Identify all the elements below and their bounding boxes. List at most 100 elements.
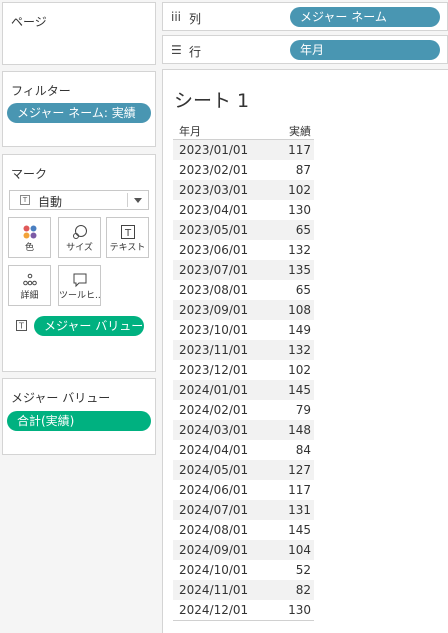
color-button[interactable]: 色 xyxy=(8,217,51,258)
cell-actual: 148 xyxy=(288,423,311,437)
cell-year-month: 2023/02/01 xyxy=(179,163,249,177)
marks-title: マーク xyxy=(11,167,48,181)
table-row[interactable]: 2023/03/01 102 xyxy=(173,180,314,200)
cell-year-month: 2024/12/01 xyxy=(179,603,249,617)
measure-values-card: メジャー バリュー 合計(実績) xyxy=(2,378,156,455)
sheet-title: シート 1 xyxy=(174,90,250,112)
columns-pill-measure-names[interactable]: メジャー ネーム xyxy=(290,7,440,27)
filters-title: フィルター xyxy=(11,84,71,98)
cell-actual: 127 xyxy=(288,463,311,477)
tooltip-button[interactable]: ツールヒ... xyxy=(58,265,101,306)
header-actual: 実績 xyxy=(289,125,311,138)
cell-actual: 79 xyxy=(295,403,311,417)
table-row[interactable]: 2023/04/01 130 xyxy=(173,200,314,220)
columns-icon: iii xyxy=(171,10,182,24)
cell-year-month: 2024/11/01 xyxy=(179,583,249,597)
filters-card[interactable]: フィルター メジャー ネーム: 実績 xyxy=(2,71,156,147)
table-row[interactable]: 2024/08/01 145 xyxy=(173,520,314,540)
cell-year-month: 2023/08/01 xyxy=(179,283,249,297)
filter-pill-measure-names[interactable]: メジャー ネーム: 実績 xyxy=(7,103,151,123)
table-row[interactable]: 2023/09/01 108 xyxy=(173,300,314,320)
cell-actual: 132 xyxy=(288,343,311,357)
table-row[interactable]: 2023/06/01 132 xyxy=(173,240,314,260)
cell-year-month: 2023/11/01 xyxy=(179,343,249,357)
table-row[interactable]: 2024/12/01 130 xyxy=(173,600,314,620)
table-row[interactable]: 2023/07/01 135 xyxy=(173,260,314,280)
cell-actual: 102 xyxy=(288,363,311,377)
table-body: 2023/01/01 117 2023/02/01 87 2023/03/01 102 20… xyxy=(173,140,314,620)
cell-actual: 132 xyxy=(288,243,311,257)
cell-actual: 104 xyxy=(288,543,311,557)
color-icon xyxy=(9,224,50,240)
cell-year-month: 2023/06/01 xyxy=(179,243,249,257)
rows-pill-year-month[interactable]: 年月 xyxy=(290,40,440,60)
cell-actual: 65 xyxy=(295,283,311,297)
table-row[interactable]: 2023/02/01 87 xyxy=(173,160,314,180)
text-encoding-pill[interactable]: メジャー バリュー xyxy=(34,316,144,336)
cell-year-month: 2024/02/01 xyxy=(179,403,249,417)
table-row[interactable]: 2024/10/01 52 xyxy=(173,560,314,580)
cell-year-month: 2023/07/01 xyxy=(179,263,249,277)
mark-type-label: 自動 xyxy=(38,195,63,209)
table-row[interactable]: 2024/06/01 117 xyxy=(173,480,314,500)
table-row[interactable]: 2023/05/01 65 xyxy=(173,220,314,240)
cell-actual: 117 xyxy=(288,483,311,497)
cell-actual: 149 xyxy=(288,323,311,337)
table-row[interactable]: 2023/12/01 102 xyxy=(173,360,314,380)
color-label: 色 xyxy=(24,243,34,253)
table-row[interactable]: 2023/01/01 117 xyxy=(173,140,314,160)
header-year-month: 年月 xyxy=(179,125,201,138)
table-header: 年月 実績 xyxy=(173,122,314,140)
rows-label: 行 xyxy=(189,45,202,59)
mark-type-dropdown[interactable]: T 自動 xyxy=(9,190,149,210)
size-label: サイズ xyxy=(66,243,93,253)
rows-shelf[interactable]: ☰ 行 年月 xyxy=(162,35,448,64)
svg-text:T: T xyxy=(123,228,131,239)
size-icon xyxy=(59,224,100,240)
pages-title: ページ xyxy=(11,15,47,29)
cell-actual: 130 xyxy=(288,203,311,217)
cell-actual: 130 xyxy=(288,603,311,617)
sheet-canvas[interactable]: シート 1 年月 実績 2023/01/01 117 2023/02/01 87 202… xyxy=(162,69,448,633)
table-row[interactable]: 2024/02/01 79 xyxy=(173,400,314,420)
crosstab-table: 年月 実績 2023/01/01 117 2023/02/01 87 2023/03/0… xyxy=(173,122,314,621)
pages-card[interactable]: ページ xyxy=(2,2,156,65)
table-row[interactable]: 2024/07/01 131 xyxy=(173,500,314,520)
cell-year-month: 2024/06/01 xyxy=(179,483,249,497)
cell-year-month: 2024/03/01 xyxy=(179,423,249,437)
cell-actual: 82 xyxy=(295,583,311,597)
table-row[interactable]: 2024/05/01 127 xyxy=(173,460,314,480)
cell-actual: 87 xyxy=(295,163,311,177)
cell-year-month: 2023/10/01 xyxy=(179,323,249,337)
table-row[interactable]: 2023/10/01 149 xyxy=(173,320,314,340)
columns-label: 列 xyxy=(189,12,202,26)
table-row[interactable]: 2024/09/01 104 xyxy=(173,540,314,560)
detail-icon xyxy=(9,272,50,288)
cell-year-month: 2023/04/01 xyxy=(179,203,249,217)
cell-year-month: 2024/05/01 xyxy=(179,463,249,477)
cell-actual: 117 xyxy=(288,143,311,157)
detail-button[interactable]: 詳細 xyxy=(8,265,51,306)
cell-year-month: 2024/08/01 xyxy=(179,523,249,537)
cell-year-month: 2023/01/01 xyxy=(179,143,249,157)
sum-actual-pill[interactable]: 合計(実績) xyxy=(7,411,151,431)
text-icon: T xyxy=(107,224,148,240)
columns-shelf[interactable]: iii 列 メジャー ネーム xyxy=(162,2,448,31)
cell-year-month: 2023/05/01 xyxy=(179,223,249,237)
table-row[interactable]: 2024/11/01 82 xyxy=(173,580,314,600)
text-label: テキスト xyxy=(109,243,146,253)
table-row[interactable]: 2023/11/01 132 xyxy=(173,340,314,360)
cell-year-month: 2024/09/01 xyxy=(179,543,249,557)
text-encoding-icon: T xyxy=(16,320,27,334)
cell-actual: 65 xyxy=(295,223,311,237)
size-button[interactable]: サイズ xyxy=(58,217,101,258)
table-row[interactable]: 2024/03/01 148 xyxy=(173,420,314,440)
tooltip-icon xyxy=(59,272,100,288)
table-row[interactable]: 2023/08/01 65 xyxy=(173,280,314,300)
table-row[interactable]: 2024/04/01 84 xyxy=(173,440,314,460)
cell-year-month: 2023/12/01 xyxy=(179,363,249,377)
text-button[interactable]: T テキスト xyxy=(106,217,149,258)
cell-year-month: 2024/01/01 xyxy=(179,383,249,397)
table-row[interactable]: 2024/01/01 145 xyxy=(173,380,314,400)
detail-label: 詳細 xyxy=(20,291,39,301)
